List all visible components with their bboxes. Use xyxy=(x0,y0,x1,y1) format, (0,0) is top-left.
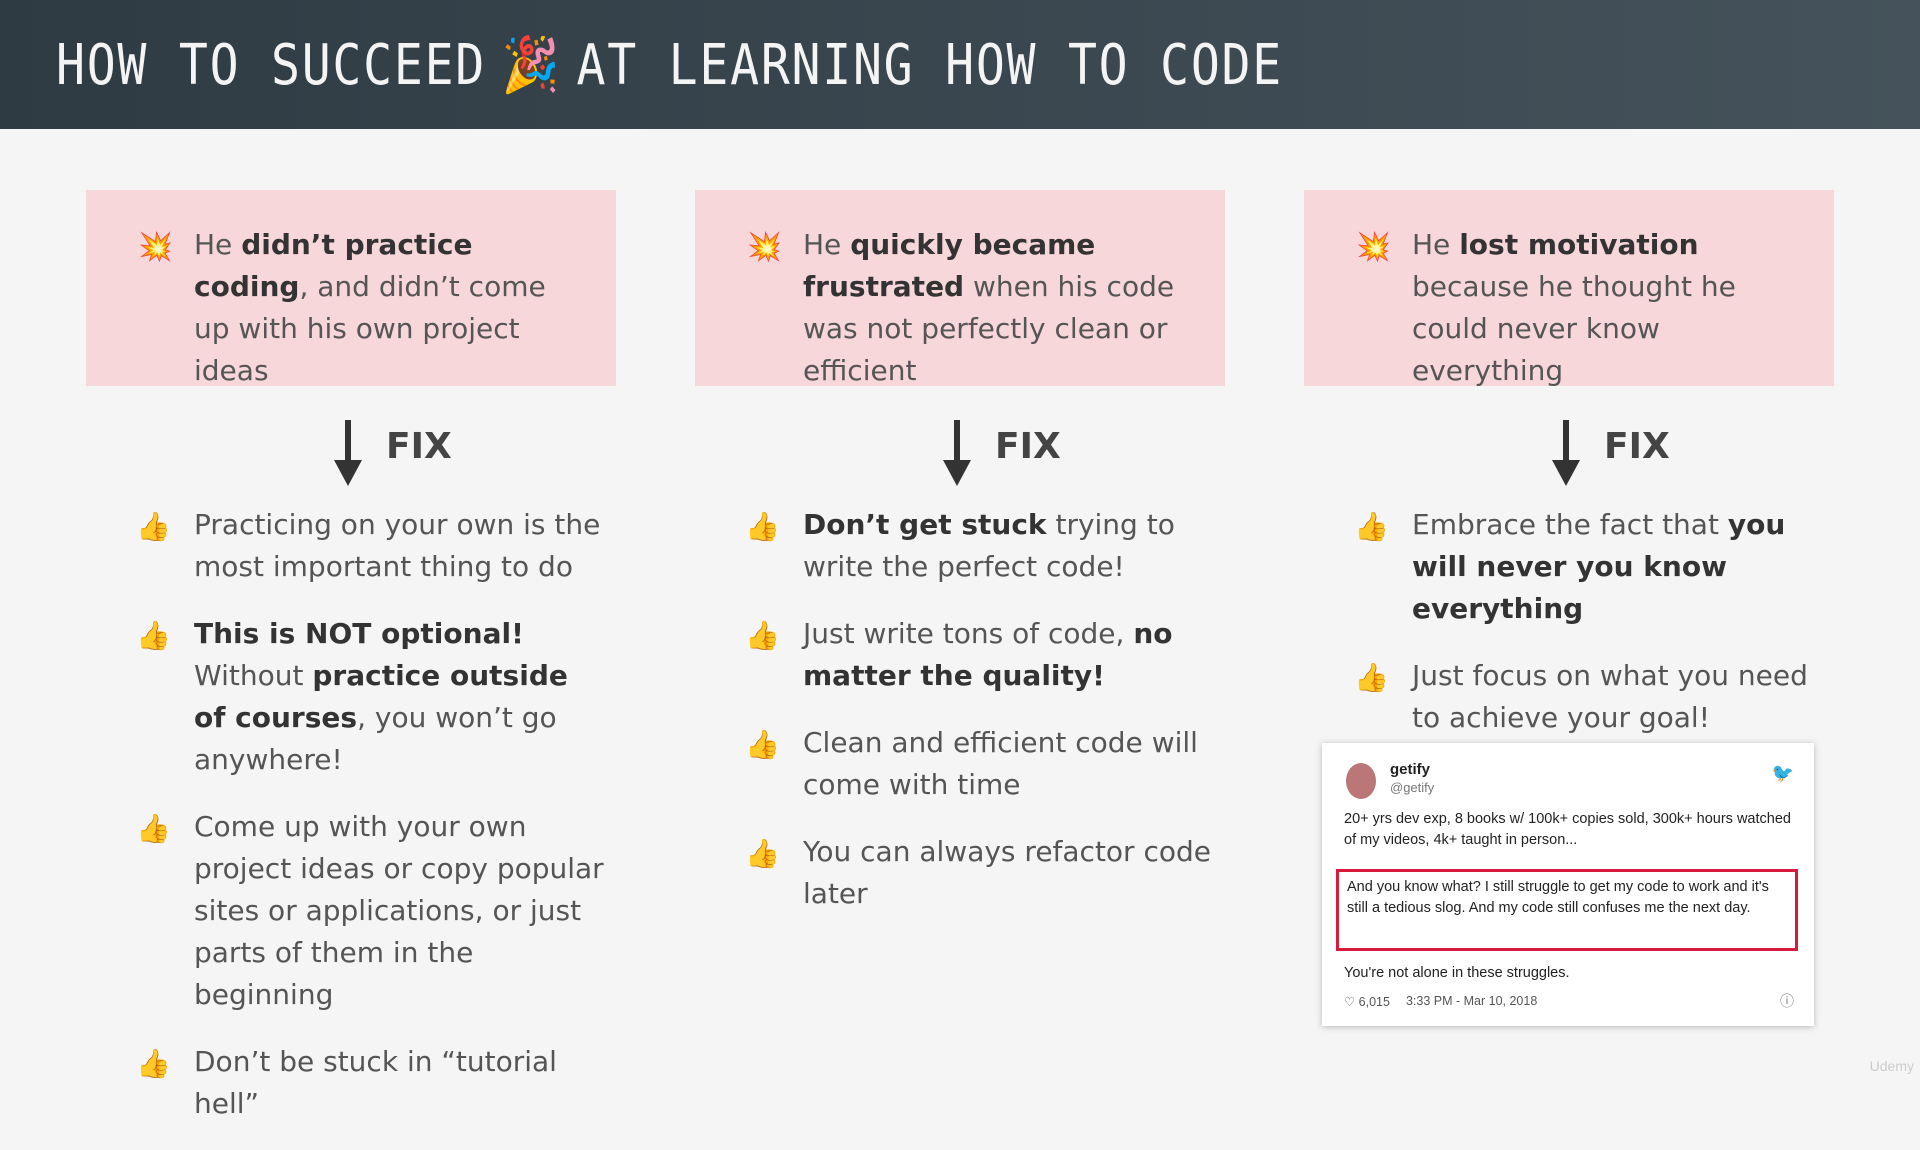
tweet-meta: ♡ 6,015 3:33 PM - Mar 10, 2018 xyxy=(1344,994,1537,1009)
arrow-down-icon xyxy=(943,420,971,486)
info-icon[interactable]: ⓘ xyxy=(1780,991,1794,1011)
tip-item: 👍Just write tons of code, no matter the … xyxy=(803,613,1213,697)
tweet-highlight: And you know what? I still struggle to g… xyxy=(1336,869,1798,951)
problem-box: 💥 He didn’t practice coding, and didn’t … xyxy=(86,190,616,386)
tweet-timestamp[interactable]: 3:33 PM - Mar 10, 2018 xyxy=(1406,994,1537,1009)
tweet-author-handle[interactable]: @getify xyxy=(1390,780,1434,795)
collision-icon: 💥 xyxy=(1356,230,1391,263)
thumbs-up-icon: 👍 xyxy=(1354,506,1389,548)
problem-box: 💥 He quickly became frustrated when his … xyxy=(695,190,1225,386)
thumbs-up-icon: 👍 xyxy=(745,724,780,766)
thumbs-up-icon: 👍 xyxy=(136,808,171,850)
slide-title: HOW TO SUCCEED 🎉 AT LEARNING HOW TO CODE xyxy=(56,30,1283,100)
party-popper-icon: 🎉 xyxy=(501,33,561,97)
tip-item: 👍You can always refactor code later xyxy=(803,831,1213,915)
collision-icon: 💥 xyxy=(747,230,782,263)
fix-heading: FIX xyxy=(86,386,616,504)
fix-label: FIX xyxy=(995,426,1061,467)
thumbs-up-icon: 👍 xyxy=(136,1043,171,1085)
tip-item: 👍Just focus on what you need to achieve … xyxy=(1412,655,1822,739)
problem-text: He didn’t practice coding, and didn’t co… xyxy=(194,224,584,392)
problem-text: He lost motivation because he thought he… xyxy=(1412,224,1802,392)
tweet-author-name[interactable]: getify xyxy=(1390,761,1430,778)
udemy-watermark: Udemy xyxy=(1870,1058,1914,1074)
collision-icon: 💥 xyxy=(138,230,173,263)
tip-item: 👍Clean and efficient code will come with… xyxy=(803,722,1213,806)
title-part-2: AT LEARNING HOW TO CODE xyxy=(577,33,1283,98)
thumbs-up-icon: 👍 xyxy=(1354,657,1389,699)
thumbs-up-icon: 👍 xyxy=(745,506,780,548)
slide-header: HOW TO SUCCEED 🎉 AT LEARNING HOW TO CODE xyxy=(0,0,1920,129)
tip-item: 👍Don’t get stuck trying to write the per… xyxy=(803,504,1213,588)
fix-label: FIX xyxy=(1604,426,1670,467)
fix-heading: FIX xyxy=(1304,386,1834,504)
fix-heading: FIX xyxy=(695,386,1225,504)
arrow-down-icon xyxy=(1552,420,1580,486)
tip-item: 👍Practicing on your own is the most impo… xyxy=(194,504,604,588)
avatar[interactable] xyxy=(1346,763,1376,799)
column-2: 💥 He quickly became frustrated when his … xyxy=(695,190,1225,940)
thumbs-up-icon: 👍 xyxy=(136,506,171,548)
thumbs-up-icon: 👍 xyxy=(745,833,780,875)
tip-item: 👍Embrace the fact that you will never yo… xyxy=(1412,504,1822,630)
thumbs-up-icon: 👍 xyxy=(136,615,171,657)
column-1: 💥 He didn’t practice coding, and didn’t … xyxy=(86,190,616,1150)
tip-item: 👍Come up with your own project ideas or … xyxy=(194,806,604,1016)
title-part-1: HOW TO SUCCEED xyxy=(56,33,486,98)
tweet-card[interactable]: getify @getify 🐦 20+ yrs dev exp, 8 book… xyxy=(1322,743,1814,1026)
twitter-bird-icon[interactable]: 🐦 xyxy=(1772,763,1794,784)
tweet-text: 20+ yrs dev exp, 8 books w/ 100k+ copies… xyxy=(1344,809,1794,851)
like-count[interactable]: ♡ 6,015 xyxy=(1344,994,1390,1009)
column-3: 💥 He lost motivation because he thought … xyxy=(1304,190,1834,764)
problem-box: 💥 He lost motivation because he thought … xyxy=(1304,190,1834,386)
problem-text: He quickly became frustrated when his co… xyxy=(803,224,1193,392)
fix-label: FIX xyxy=(386,426,452,467)
tweet-text-2: You're not alone in these struggles. xyxy=(1344,965,1570,981)
tip-item: 👍This is NOT optional! Without practice … xyxy=(194,613,604,781)
arrow-down-icon xyxy=(334,420,362,486)
thumbs-up-icon: 👍 xyxy=(745,615,780,657)
tip-item: 👍Don’t be stuck in “tutorial hell” xyxy=(194,1041,604,1125)
